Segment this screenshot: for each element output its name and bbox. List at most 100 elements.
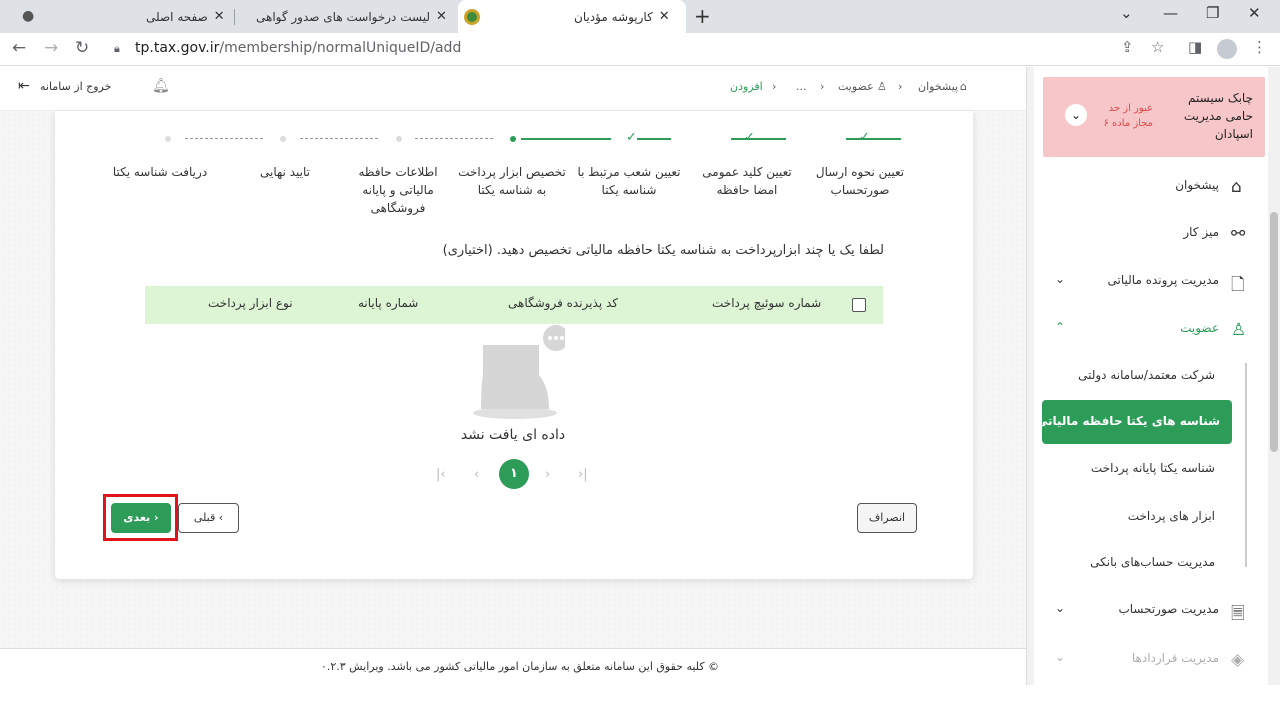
- prev-page-icon[interactable]: ‹: [474, 467, 479, 482]
- side-panel-icon[interactable]: ◨: [1188, 38, 1202, 56]
- tab-title: لیست درخواست های صدور گواهی: [256, 9, 430, 24]
- sidebar-item-label: مدیریت پرونده مالیاتی: [1107, 273, 1219, 287]
- instruction-text: لطفا یک یا چند ابزارپرداخت به شناسه یکتا…: [442, 243, 884, 258]
- sidebar-item-label: مدیریت قراردادها: [1131, 651, 1219, 665]
- chevron-down-icon[interactable]: ⌄: [1065, 104, 1087, 126]
- panel-divider[interactable]: [1026, 67, 1034, 685]
- invoice-icon: 🗏︎: [1231, 604, 1245, 624]
- chevron-down-icon: ⌄: [1055, 601, 1066, 615]
- profile-avatar[interactable]: [1217, 39, 1237, 59]
- limit-warning: عبور از حد مجاز ماده ۶: [1103, 103, 1153, 129]
- submenu-label: شرکت معتمد/سامانه دولتی: [1078, 368, 1215, 382]
- tab-search-icon[interactable]: ⌄: [1120, 4, 1133, 22]
- empty-state-text: داده ای یافت نشد: [460, 427, 566, 443]
- previous-button[interactable]: قبلی ‹: [178, 503, 239, 533]
- step-label: تایید نهایی: [260, 165, 310, 179]
- logout-link[interactable]: خروج از سامانه: [40, 80, 111, 93]
- reload-icon[interactable]: ↻: [75, 38, 89, 58]
- first-page-icon[interactable]: |‹: [436, 467, 446, 482]
- tab-home[interactable]: صفحه اصلی ✕: [146, 0, 238, 33]
- step-label: دریافت شناسه یکتا: [112, 165, 208, 179]
- logout-icon[interactable]: ⇤: [18, 78, 30, 94]
- breadcrumb-dashboard[interactable]: پیشخوان: [918, 80, 958, 93]
- check-icon: ✓: [744, 130, 755, 145]
- step-label: تخصیص ابزار پرداخت به شناسه یکتا: [458, 165, 566, 197]
- sidebar-item-workspace[interactable]: ⚯ میز کار: [1035, 214, 1267, 252]
- step-label: تعیین نحوه ارسال صورتحساب: [815, 165, 905, 197]
- sidebar-item-dashboard[interactable]: ⌂ پیشخوان: [1035, 167, 1267, 205]
- forward-icon[interactable]: →: [44, 38, 58, 58]
- column-header: کد پذیرنده فروشگاهی: [508, 296, 618, 310]
- sidebar-item-label: پیشخوان: [1175, 178, 1219, 192]
- step-connector: [521, 138, 611, 140]
- tab-title: صفحه اصلی: [146, 9, 208, 24]
- breadcrumb-separator: ›: [820, 80, 825, 93]
- breadcrumb-separator: ›: [898, 80, 903, 93]
- step-pending-dot: [165, 136, 171, 142]
- bookmark-star-icon[interactable]: ☆: [1151, 38, 1164, 56]
- sidebar-item-invoices[interactable]: 🗏︎ مدیریت صورتحساب ⌄: [1035, 591, 1267, 629]
- close-tab-icon[interactable]: ✕: [436, 9, 447, 24]
- empty-box-icon: [473, 325, 565, 419]
- restore-icon[interactable]: ❐: [1206, 4, 1219, 22]
- submenu-label: شناسه یکتا پایانه پرداخت: [1090, 461, 1215, 475]
- step-connector: [731, 138, 786, 140]
- tab-taxpayer-portal[interactable]: کارپوشه مؤدیان ✕: [458, 0, 686, 33]
- cancel-button[interactable]: انصراف: [857, 503, 917, 533]
- next-page-icon[interactable]: ›: [545, 467, 550, 482]
- breadcrumb-ellipsis[interactable]: ...: [796, 80, 807, 93]
- menu-kebab-icon[interactable]: ⋮: [1252, 38, 1267, 56]
- scrollbar-thumb[interactable]: [1270, 212, 1278, 452]
- sidebar-item-membership[interactable]: ♙ عضویت ⌃: [1035, 310, 1267, 348]
- chevron-left-icon: ‹: [218, 511, 224, 524]
- page-current[interactable]: ۱: [499, 459, 529, 489]
- tab-certificate-requests[interactable]: لیست درخواست های صدور گواهی ✕: [244, 0, 452, 33]
- step-connector: [846, 138, 901, 140]
- close-window-icon[interactable]: ✕: [1248, 4, 1261, 22]
- breadcrumb-separator: ›: [772, 80, 777, 93]
- chrome-icon[interactable]: ●: [22, 8, 34, 24]
- submenu-memory-unique-ids[interactable]: شناسه های یکتا حافظه مالیاتی: [1036, 400, 1232, 444]
- close-tab-icon[interactable]: ✕: [659, 9, 670, 24]
- step-pending-dot: [396, 136, 402, 142]
- sidebar-item-tax-file[interactable]: 🗋︎ مدیریت پرونده مالیاتی ⌄: [1035, 262, 1267, 300]
- bell-icon[interactable]: 🔔︎: [152, 78, 170, 94]
- sidebar: چابک سیستم حامی مدیریت اسپادان عبور از ح…: [1035, 67, 1267, 685]
- lock-icon[interactable]: 🔒︎: [114, 42, 120, 56]
- share-icon[interactable]: ⇪: [1121, 38, 1134, 56]
- last-page-icon[interactable]: ›|: [578, 467, 588, 482]
- step-connector-pending: [185, 138, 263, 139]
- sidebar-item-contracts[interactable]: ◈ مدیریت قراردادها ⌄: [1035, 640, 1267, 678]
- url-path: /membership/normalUniqueID/add: [219, 40, 462, 56]
- company-alert[interactable]: چابک سیستم حامی مدیریت اسپادان عبور از ح…: [1043, 77, 1265, 157]
- sidebar-item-label: عضویت: [1180, 321, 1219, 335]
- submenu-label: شناسه های یکتا حافظه مالیاتی: [1035, 414, 1220, 428]
- chevron-up-icon: ⌃: [1055, 320, 1066, 334]
- user-icon: ♙: [1231, 320, 1247, 340]
- step-label: تعیین کلید عمومی امضا حافظه: [702, 165, 792, 197]
- company-name: چابک سیستم حامی مدیریت اسپادان: [1183, 91, 1253, 141]
- select-all-checkbox[interactable]: [852, 298, 866, 312]
- column-header: نوع ابزار پرداخت: [208, 296, 293, 310]
- chevron-down-icon: ⌄: [1055, 650, 1066, 664]
- submenu-payment-terminal-ids[interactable]: شناسه یکتا پایانه پرداخت: [1035, 451, 1267, 487]
- back-icon[interactable]: ←: [12, 38, 26, 58]
- new-tab-icon[interactable]: +: [694, 4, 711, 28]
- browser-tabstrip: ● صفحه اصلی ✕ لیست درخواست های صدور گواه…: [0, 0, 1280, 33]
- sidebar-scrollbar[interactable]: [1268, 67, 1280, 685]
- url-field[interactable]: tp.tax.gov.ir/membership/normalUniqueID/…: [135, 40, 461, 56]
- previous-label: قبلی: [193, 511, 216, 524]
- breadcrumb-membership[interactable]: عضویت: [838, 80, 874, 93]
- column-header: شماره پایانه: [358, 296, 419, 310]
- close-tab-icon[interactable]: ✕: [214, 9, 225, 24]
- submenu-bank-accounts[interactable]: مدیریت حساب‌های بانکی: [1035, 545, 1267, 581]
- submenu-label: ابزار های پرداخت: [1127, 509, 1215, 523]
- page: ⇤ خروج از سامانه 🔔︎ افزودن › ... › عضویت…: [0, 67, 1280, 685]
- submenu-trusted-company[interactable]: شرکت معتمد/سامانه دولتی: [1035, 358, 1267, 394]
- submenu-label: مدیریت حساب‌های بانکی: [1090, 555, 1215, 569]
- minimize-icon[interactable]: —: [1163, 4, 1178, 22]
- submenu-payment-tools[interactable]: ابزار های پرداخت: [1035, 499, 1267, 535]
- highlight-box: [103, 494, 178, 541]
- url-host: tp.tax.gov.ir: [135, 40, 220, 56]
- footer: © کلیه حقوق این سامانه متعلق به سازمان ا…: [0, 648, 1026, 685]
